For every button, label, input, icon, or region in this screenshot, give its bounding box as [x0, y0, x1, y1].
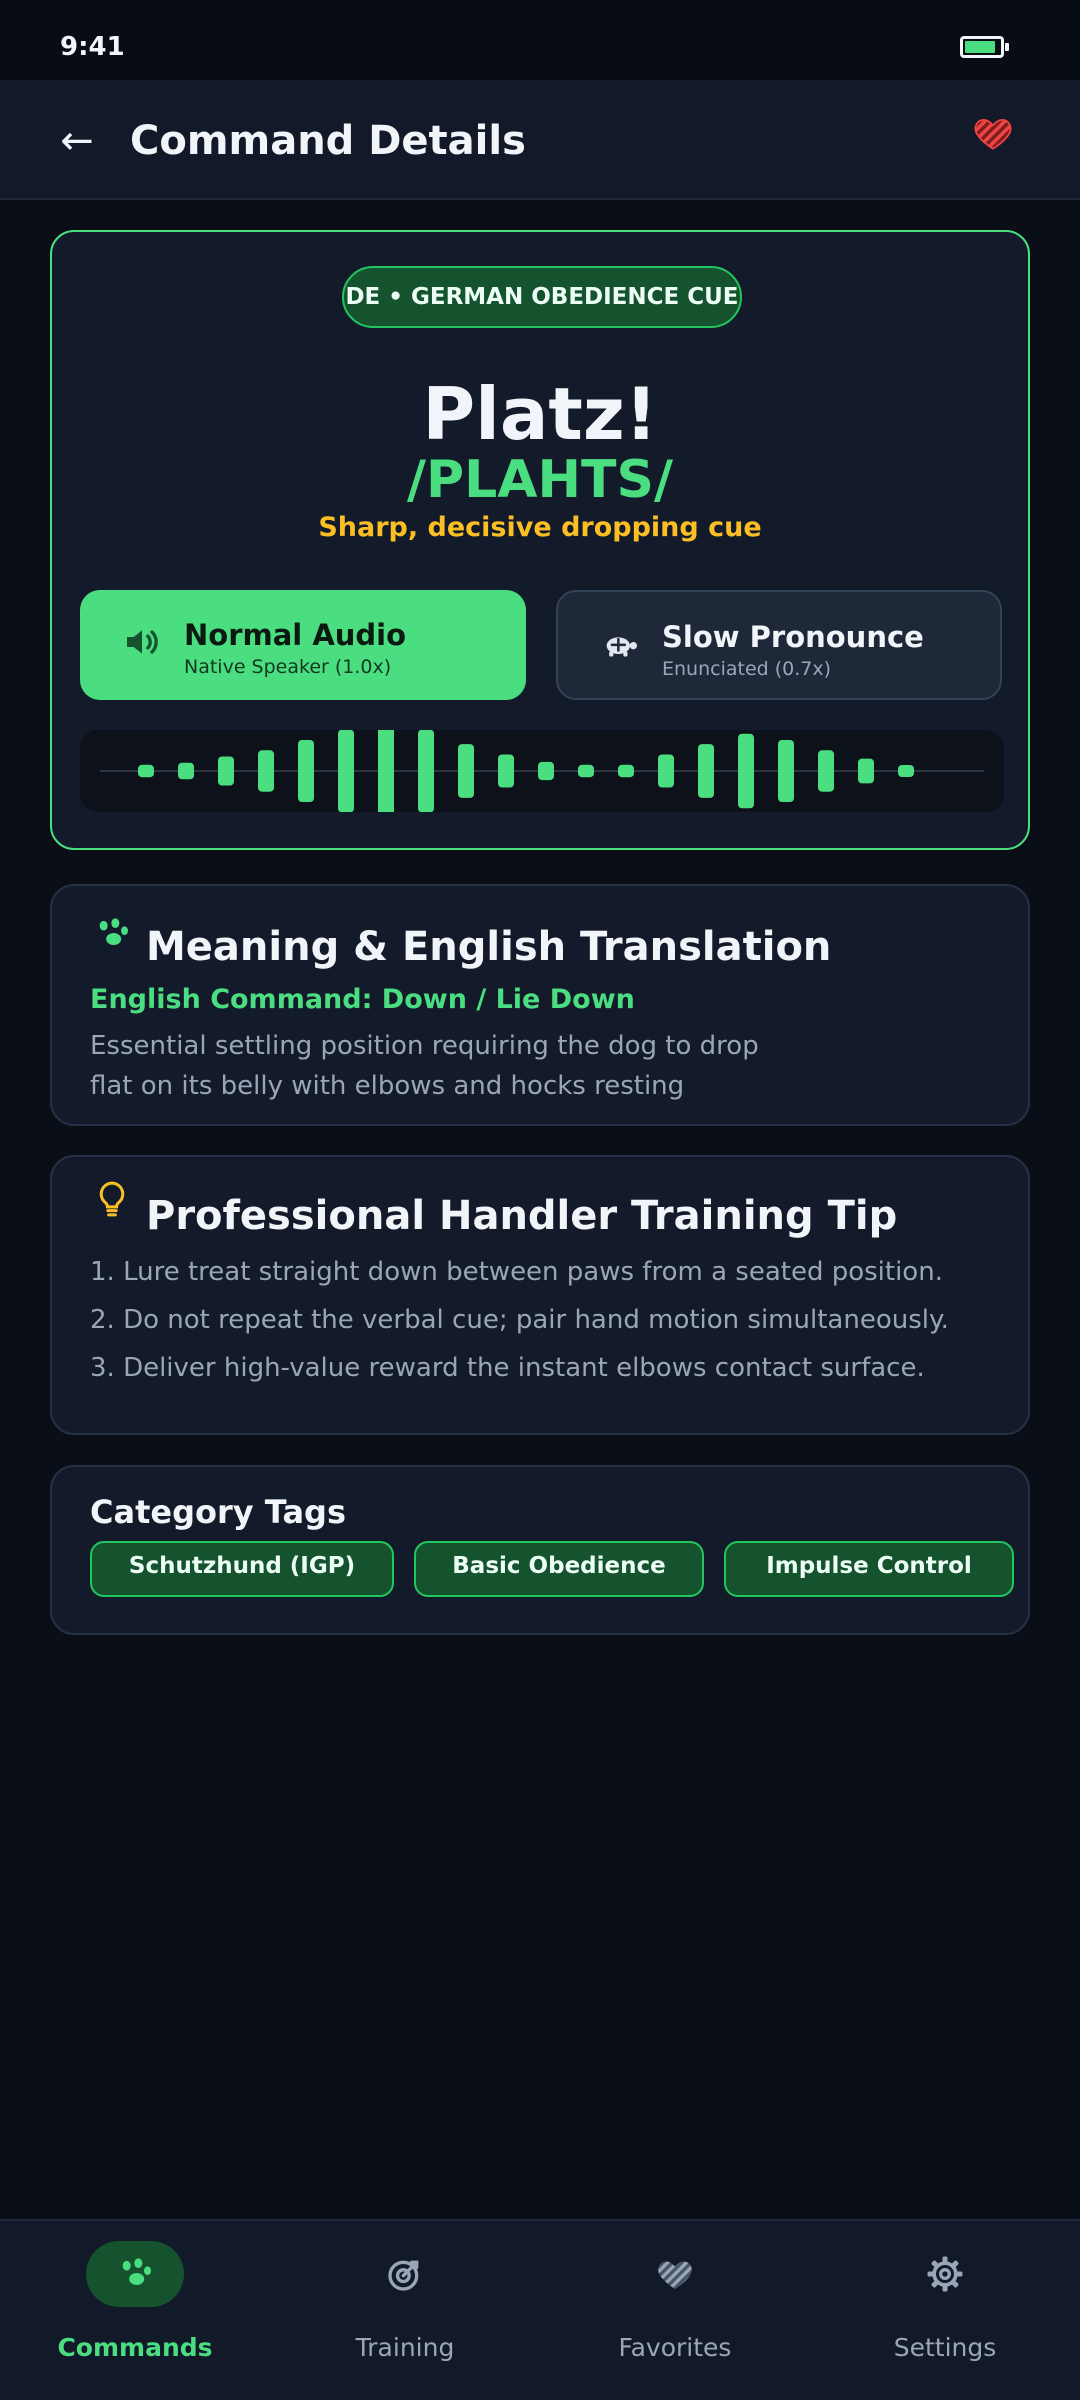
- waveform-bar: [658, 754, 674, 788]
- slow-pronounce-title: Slow Pronounce: [662, 620, 924, 654]
- slow-pronounce-subtitle: Enunciated (0.7x): [662, 658, 832, 680]
- nav-item-settings[interactable]: Settings: [810, 2221, 1080, 2400]
- waveform-bar: [218, 756, 234, 786]
- target-icon: [388, 2260, 419, 2291]
- nav-item-commands[interactable]: Commands: [0, 2221, 270, 2400]
- nav-label: Favorites: [618, 2333, 732, 2362]
- lightbulb-icon: [99, 1181, 125, 1217]
- paw-icon: [99, 918, 128, 945]
- paw-icon: [122, 2258, 151, 2285]
- back-button[interactable]: ←: [52, 116, 102, 166]
- language-badge: DE • GERMAN OBEDIENCE CUE: [342, 266, 742, 328]
- battery-icon: [960, 36, 1009, 58]
- normal-audio-subtitle: Native Speaker (1.0x): [184, 656, 392, 678]
- waveform-bar: [418, 730, 434, 812]
- meaning-card: Meaning & English Translation English Co…: [50, 884, 1030, 1126]
- command-word: Platz!: [422, 372, 658, 456]
- normal-audio-title: Normal Audio: [184, 618, 407, 652]
- waveform-bar: [538, 761, 554, 781]
- status-time: 9:41: [60, 32, 125, 62]
- waveform-bar: [258, 750, 274, 792]
- tip-step: 2. Do not repeat the verbal cue; pair ha…: [90, 1305, 949, 1335]
- meaning-description: Essential settling position requiring th…: [90, 1031, 759, 1101]
- status-bar: 9:41: [0, 0, 1080, 80]
- waveform-bar: [618, 764, 634, 778]
- category-tags-title: Category Tags: [90, 1493, 346, 1531]
- nav-item-favorites[interactable]: Favorites: [540, 2221, 810, 2400]
- cue-description: Sharp, decisive dropping cue: [318, 512, 762, 543]
- waveform-bar: [498, 754, 514, 788]
- waveform-bar: [378, 730, 394, 812]
- turtle-icon: [606, 637, 637, 657]
- waveform-bar: [738, 733, 754, 809]
- waveform-bar: [858, 758, 874, 784]
- page-title: Command Details: [130, 118, 526, 164]
- audio-waveform: [80, 730, 1004, 812]
- english-command: English Command: Down / Lie Down: [90, 984, 635, 1015]
- slow-pronounce-button[interactable]: Slow Pronounce Enunciated (0.7x): [556, 590, 1002, 700]
- gear-icon: [927, 2256, 963, 2292]
- tag-chip[interactable]: Impulse Control: [724, 1541, 1014, 1597]
- normal-audio-button[interactable]: Normal Audio Native Speaker (1.0x): [80, 590, 526, 700]
- phonetic-spelling: /PLAHTS/: [407, 450, 673, 510]
- waveform-bar: [818, 750, 834, 792]
- waveform-bar: [338, 730, 354, 812]
- waveform-bar: [698, 744, 714, 798]
- waveform-bar: [578, 764, 594, 778]
- waveform-bar: [458, 744, 474, 798]
- command-card: DE • GERMAN OBEDIENCE CUE Platz! /PLAHTS…: [50, 230, 1030, 850]
- speaker-icon: [127, 630, 158, 654]
- heart-icon: [658, 2261, 692, 2289]
- waveform-bar: [298, 739, 314, 803]
- heart-icon[interactable]: [972, 112, 1014, 154]
- waveform-bar: [138, 764, 154, 778]
- waveform-bar: [178, 762, 194, 780]
- tag-chip[interactable]: Schutzhund (IGP): [90, 1541, 394, 1597]
- training-tip-title: Professional Handler Training Tip: [146, 1193, 898, 1239]
- category-tags-card: Category Tags Schutzhund (IGP) Basic Obe…: [50, 1465, 1030, 1635]
- nav-item-training[interactable]: Training: [270, 2221, 540, 2400]
- tag-chip[interactable]: Basic Obedience: [414, 1541, 704, 1597]
- training-tip-card: Professional Handler Training Tip 1. Lur…: [50, 1155, 1030, 1435]
- nav-label: Settings: [893, 2333, 997, 2362]
- tip-step: 3. Deliver high-value reward the instant…: [90, 1353, 925, 1383]
- nav-label: Commands: [57, 2333, 213, 2362]
- meaning-title: Meaning & English Translation: [146, 924, 832, 970]
- bottom-navigation: Commands Training Favorites Settings: [0, 2219, 1080, 2400]
- waveform-bar: [778, 739, 794, 803]
- nav-label: Training: [355, 2333, 455, 2362]
- waveform-bar: [898, 765, 914, 777]
- tip-step: 1. Lure treat straight down between paws…: [90, 1257, 943, 1287]
- app-header: ← Command Details: [0, 80, 1080, 200]
